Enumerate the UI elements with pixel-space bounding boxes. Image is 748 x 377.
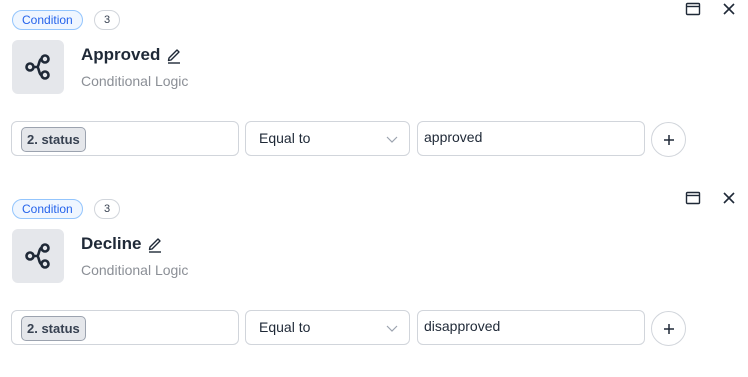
close-icon[interactable] [721,190,737,206]
plus-icon [663,134,674,145]
condition-badge: Condition [12,199,83,219]
condition-title: Decline [81,234,142,253]
window-icon[interactable] [685,190,701,206]
title-row: Decline [81,234,163,254]
variable-field[interactable]: 2. status [11,121,239,156]
value-text: disapproved [424,318,501,334]
variable-chip[interactable]: 2. status [21,127,86,152]
app-tile [12,40,64,94]
operator-value: Equal to [259,319,311,335]
window-icon[interactable] [685,1,701,17]
plus-icon [663,323,674,334]
close-icon[interactable] [721,1,737,17]
app-tile [12,229,64,283]
value-input[interactable]: disapproved [417,310,645,345]
condition-subtitle: Conditional Logic [81,262,189,278]
count-badge: 3 [94,10,120,30]
condition-badge: Condition [12,10,83,30]
value-text: approved [424,129,483,145]
variable-field[interactable]: 2. status [11,310,239,345]
operator-value: Equal to [259,130,311,146]
condition-subtitle: Conditional Logic [81,73,189,89]
add-condition-button[interactable] [651,122,686,157]
chevron-down-icon [386,325,398,332]
add-condition-button[interactable] [651,311,686,346]
condition-title: Approved [81,45,161,64]
branch-icon [25,54,50,80]
count-badge: 3 [94,199,120,219]
branch-icon [25,243,50,269]
operator-select[interactable]: Equal to [245,310,410,345]
condition-block-approved: Condition 3 Approved Conditional Logic 2… [0,0,748,180]
chevron-down-icon [386,136,398,143]
pencil-icon[interactable] [166,46,182,64]
value-input[interactable]: approved [417,121,645,156]
pencil-icon[interactable] [147,235,163,253]
condition-block-decline: Condition 3 Decline Conditional Logic 2.… [0,189,748,369]
title-row: Approved [81,45,182,65]
operator-select[interactable]: Equal to [245,121,410,156]
variable-chip[interactable]: 2. status [21,316,86,341]
